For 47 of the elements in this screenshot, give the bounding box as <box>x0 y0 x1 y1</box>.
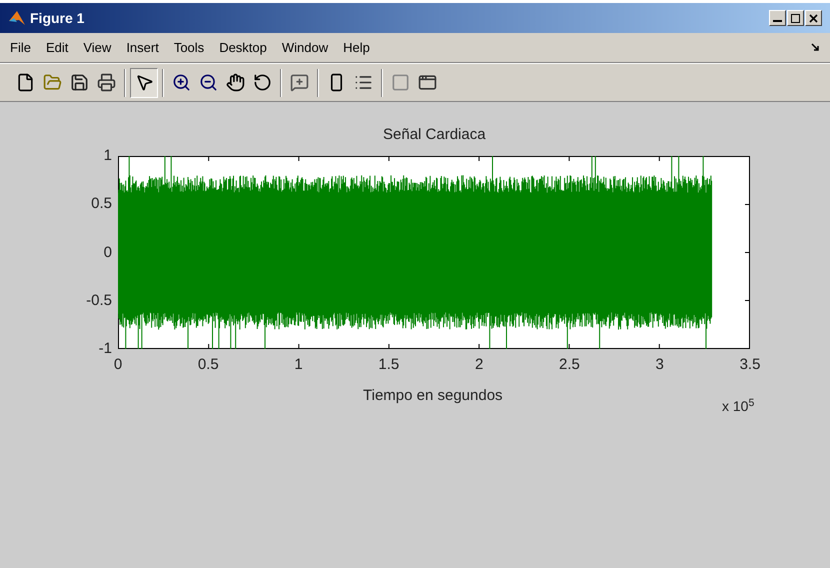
x-tick-label: 1 <box>293 357 304 372</box>
menu-item[interactable]: Tools <box>174 38 204 58</box>
x-tick-label: 1.5 <box>377 357 400 372</box>
printer-icon <box>97 73 116 92</box>
close-icon <box>809 14 818 22</box>
menu-item[interactable]: Help <box>343 38 370 58</box>
maximize-icon <box>791 14 800 22</box>
plot-title: Señal Cardiaca <box>383 125 486 145</box>
window-icon <box>418 73 437 92</box>
zoom-in-icon <box>172 73 191 92</box>
menu-item[interactable]: Desktop <box>219 38 267 58</box>
menu-item[interactable]: Window <box>282 38 328 58</box>
y-tick-label: -1 <box>98 341 112 356</box>
y-tick-label: 1 <box>102 148 112 163</box>
x-tick-label: 3 <box>654 357 665 372</box>
y-tick-label: 0.5 <box>90 196 112 212</box>
save-icon <box>70 73 89 92</box>
menu-item[interactable]: View <box>83 38 112 58</box>
close-button[interactable] <box>805 10 822 26</box>
zoom-out-icon <box>199 73 218 92</box>
dock-arrow-icon[interactable] <box>811 43 820 52</box>
y-tick-label: 0 <box>102 244 112 260</box>
x-tick-label: 0.5 <box>196 357 220 372</box>
x-tick-label: 2.5 <box>558 357 581 372</box>
x-axis-multiplier: x 10$^{5}$ <box>722 396 754 416</box>
legend-icon <box>354 73 373 92</box>
rotate-icon <box>253 73 272 92</box>
square-icon <box>391 73 410 92</box>
x-tick-label: 2 <box>474 357 484 372</box>
y-tick-label: -0.5 <box>85 292 112 308</box>
x-axis-label: Tiempo en segundos <box>363 386 503 406</box>
toolbar-button[interactable] <box>130 68 158 98</box>
data-cursor-icon <box>290 73 309 92</box>
menu-item[interactable]: Edit <box>46 38 68 58</box>
menu-item[interactable]: File <box>10 38 31 58</box>
minimize-icon <box>773 20 782 22</box>
app-logo-icon <box>8 9 26 27</box>
pointer-icon <box>134 73 154 92</box>
menu-item[interactable]: Insert <box>126 38 159 58</box>
hand-icon <box>226 73 245 92</box>
minimize-button[interactable] <box>769 10 786 26</box>
maximize-button[interactable] <box>787 10 804 26</box>
window-title: Figure 1 <box>30 8 84 28</box>
folder-icon <box>43 73 62 92</box>
x-tick-label: 3.5 <box>738 357 762 372</box>
new-file-icon <box>16 73 35 92</box>
x-tick-label: 0 <box>112 357 124 372</box>
